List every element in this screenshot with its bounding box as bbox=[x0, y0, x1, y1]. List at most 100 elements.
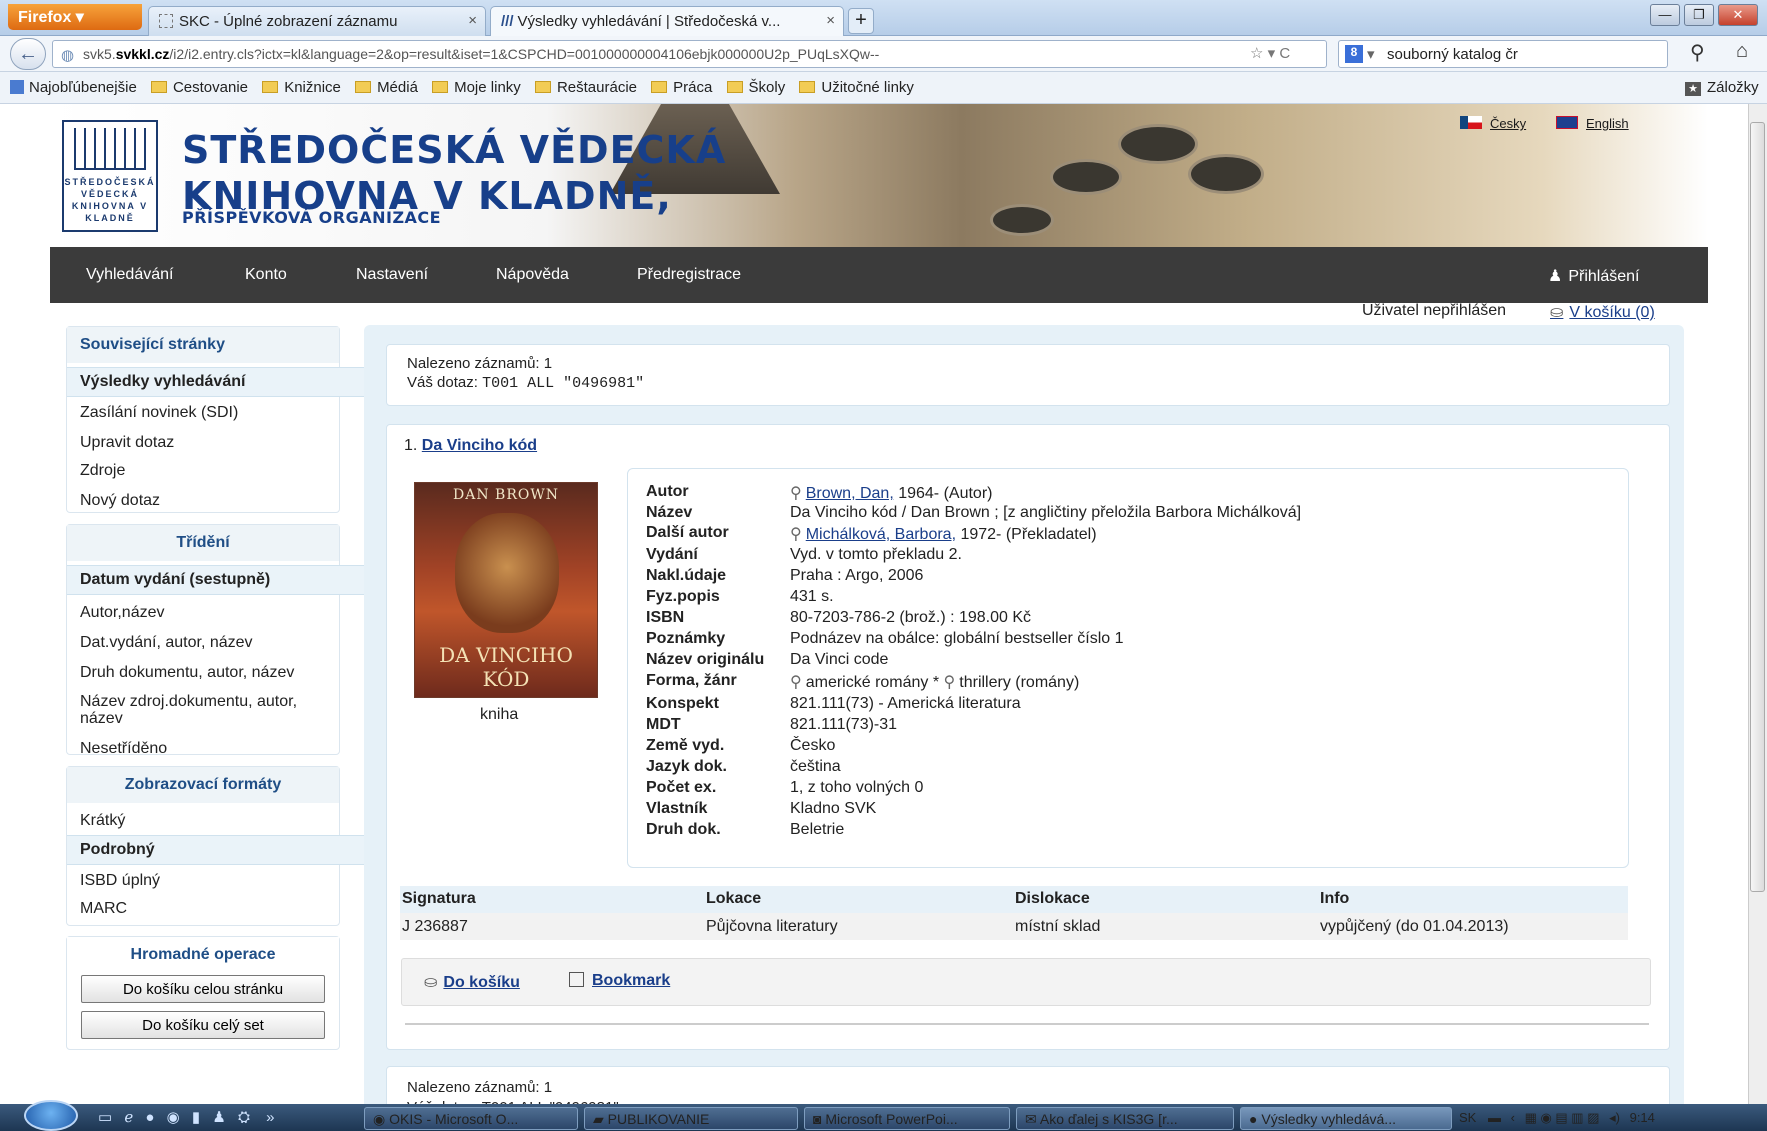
sort-author-title[interactable]: Autor,název bbox=[67, 595, 339, 627]
lang-czech-link[interactable]: Česky bbox=[1460, 116, 1526, 131]
sidebar-item-sources[interactable]: Zdroje bbox=[67, 457, 339, 485]
bookmarks-menu[interactable]: ★ Záložky bbox=[1685, 79, 1759, 96]
url-bar[interactable]: ◍ svk5.svkkl.cz/i2/i2.entry.cls?ictx=kl&l… bbox=[52, 40, 1327, 68]
search-icon[interactable]: ⚲ bbox=[944, 674, 956, 691]
bookmark-link[interactable]: Bookmark bbox=[592, 972, 670, 989]
tab-search-results[interactable]: ///Výsledky vyhledávání | Středočeská v.… bbox=[490, 6, 844, 36]
sort-none[interactable]: Nesetříděno bbox=[67, 731, 339, 763]
genre-2[interactable]: thrillery (romány) bbox=[959, 674, 1079, 691]
scrollbar-thumb[interactable] bbox=[1750, 122, 1765, 892]
back-button[interactable]: ← bbox=[10, 38, 46, 70]
menu-account[interactable]: Konto bbox=[245, 266, 287, 284]
sidebar-item-new-query[interactable]: Nový dotaz bbox=[67, 485, 339, 515]
format-detailed[interactable]: Podrobný bbox=[67, 835, 364, 865]
start-button[interactable] bbox=[24, 1100, 78, 1131]
menu-settings[interactable]: Nastavení bbox=[356, 266, 428, 284]
reload-icon[interactable]: C bbox=[1279, 45, 1290, 62]
user-icon: ♟ bbox=[1548, 268, 1563, 285]
firefox-icon[interactable]: ● bbox=[145, 1109, 154, 1126]
close-icon[interactable]: × bbox=[826, 12, 835, 29]
cover-title-text: DA VINCIHO KÓD bbox=[415, 643, 597, 691]
col-signature: Signatura bbox=[402, 890, 476, 907]
book-cover-image[interactable]: DAN BROWN DA VINCIHO KÓD bbox=[414, 482, 598, 698]
author-link[interactable]: Brown, Dan, bbox=[806, 485, 894, 502]
taskbar-task[interactable]: ▰ PUBLIKOVANIE bbox=[584, 1107, 798, 1130]
app-icon[interactable]: ▮ bbox=[192, 1109, 200, 1126]
firefox-menu-button[interactable]: Firefox ▾ bbox=[8, 4, 142, 30]
sort-date-desc[interactable]: Datum vydání (sestupně) bbox=[67, 565, 364, 595]
menu-preregistration[interactable]: Předregistrace bbox=[637, 266, 741, 284]
records-found: Nalezeno záznamů: 1 bbox=[407, 355, 553, 372]
bookmark-folder[interactable]: Školy bbox=[726, 79, 785, 96]
more-icon[interactable]: » bbox=[266, 1109, 274, 1126]
bookmark-folder[interactable]: Práca bbox=[651, 79, 712, 96]
format-short[interactable]: Krátký bbox=[67, 803, 339, 835]
sidebar-item-edit-query[interactable]: Upravit dotaz bbox=[67, 427, 339, 457]
minimize-button[interactable]: — bbox=[1650, 4, 1680, 26]
folder-icon bbox=[651, 81, 668, 93]
volume-icon[interactable]: ◂) bbox=[1609, 1110, 1620, 1125]
cell-dislocation: místní sklad bbox=[1015, 918, 1101, 935]
search-icon[interactable]: ⚲ bbox=[1690, 40, 1705, 65]
folder-icon bbox=[432, 81, 449, 93]
home-icon[interactable]: ⌂ bbox=[1736, 40, 1748, 63]
lang-english-link[interactable]: English bbox=[1556, 116, 1629, 131]
taskbar-task[interactable]: ◉ OKIS - Microsoft O... bbox=[364, 1107, 578, 1130]
sidebar-item-results[interactable]: Výsledky vyhledávání bbox=[67, 367, 364, 397]
chevron-left-icon[interactable]: ‹ bbox=[1511, 1110, 1515, 1125]
taskbar-task[interactable]: ◙ Microsoft PowerPoi... bbox=[804, 1107, 1010, 1130]
close-window-button[interactable]: ✕ bbox=[1718, 4, 1758, 26]
building-icon bbox=[74, 128, 146, 170]
bookmark-favorites[interactable]: Najobľúbenejšie bbox=[10, 79, 137, 96]
format-isbd[interactable]: ISBD úplný bbox=[67, 865, 339, 895]
bookmark-folder[interactable]: Cestovanie bbox=[150, 79, 248, 96]
menu-help[interactable]: Nápověda bbox=[496, 266, 569, 284]
search-box[interactable]: 8 ▾ souborný katalog čr bbox=[1338, 40, 1668, 68]
bookmark-folder[interactable]: Knižnice bbox=[262, 79, 341, 96]
search-input[interactable]: souborný katalog čr bbox=[1387, 46, 1518, 63]
close-icon[interactable]: × bbox=[468, 12, 477, 29]
search-icon[interactable]: ⚲ bbox=[790, 526, 802, 543]
cart-link[interactable]: ⛀ V košíku (0) bbox=[1550, 302, 1655, 322]
login-link[interactable]: ♟ Přihlášení bbox=[1548, 266, 1640, 286]
chevron-down-icon[interactable]: ▾ bbox=[1367, 45, 1375, 63]
bookmark-folder[interactable]: Užitočné linky bbox=[799, 79, 914, 96]
add-to-cart-action[interactable]: ⛀ Do košíku bbox=[424, 972, 520, 992]
tab-skc[interactable]: SKC - Úplné zobrazení záznamu × bbox=[148, 6, 486, 36]
bookmark-folder[interactable]: Moje linky bbox=[432, 79, 521, 96]
menu-search[interactable]: Vyhledávání bbox=[86, 266, 173, 284]
sort-date-author-title[interactable]: Dat.vydání, autor, název bbox=[67, 627, 339, 657]
format-marc[interactable]: MARC bbox=[67, 895, 339, 923]
bookmark-folder[interactable]: Médiá bbox=[355, 79, 418, 96]
network-icon[interactable]: ⛭ bbox=[238, 1109, 250, 1126]
add-page-to-cart-button[interactable]: Do košíku celou stránku bbox=[81, 975, 325, 1003]
sort-source-author-title[interactable]: Název zdroj.dokumentu, autor, název bbox=[67, 687, 339, 731]
desktop-icon[interactable]: ▭ bbox=[98, 1109, 112, 1126]
field-label: Vydání bbox=[646, 546, 698, 563]
search-engine-icon[interactable]: 8 bbox=[1345, 45, 1363, 63]
sidebar-item-sdi[interactable]: Zasílání novinek (SDI) bbox=[67, 397, 339, 427]
taskbar-task[interactable]: ✉ Ako ďalej s KIS3G [r... bbox=[1016, 1107, 1234, 1130]
clock[interactable]: 9:14 bbox=[1630, 1110, 1655, 1125]
library-logo[interactable]: STŘEDOČESKÁ VĚDECKÁ KNIHOVNA V KLADNĚ bbox=[62, 120, 158, 232]
language-indicator[interactable]: SK bbox=[1459, 1110, 1476, 1125]
bookmark-action[interactable]: Bookmark bbox=[569, 972, 670, 990]
taskbar-task-active[interactable]: ● Výsledky vyhledává... bbox=[1240, 1107, 1452, 1130]
tray-icons[interactable]: ▦ ◉ ▤ ▥ ▨ bbox=[1525, 1110, 1600, 1125]
add-set-to-cart-button[interactable]: Do košíku celý set bbox=[81, 1011, 325, 1039]
people-icon[interactable]: ♟ bbox=[212, 1109, 225, 1126]
ie-icon[interactable]: ℯ bbox=[124, 1109, 133, 1126]
genre-1[interactable]: americké romány * bbox=[806, 674, 939, 691]
outlook-icon[interactable]: ◉ bbox=[167, 1109, 180, 1126]
translator-link[interactable]: Michálková, Barbora, bbox=[806, 526, 956, 543]
star-icon[interactable]: ☆ bbox=[1250, 45, 1263, 62]
record-title-link[interactable]: Da Vinciho kód bbox=[422, 437, 537, 454]
keyboard-icon[interactable]: ▬ bbox=[1488, 1110, 1501, 1125]
search-icon[interactable]: ⚲ bbox=[790, 485, 802, 502]
new-tab-button[interactable]: + bbox=[848, 8, 874, 34]
bookmark-folder[interactable]: Reštaurácie bbox=[534, 79, 637, 96]
sort-doctype-author-title[interactable]: Druh dokumentu, autor, název bbox=[67, 657, 339, 687]
search-icon[interactable]: ⚲ bbox=[790, 674, 802, 691]
add-to-cart-link[interactable]: Do košíku bbox=[443, 974, 519, 991]
maximize-button[interactable]: ❐ bbox=[1684, 4, 1714, 26]
